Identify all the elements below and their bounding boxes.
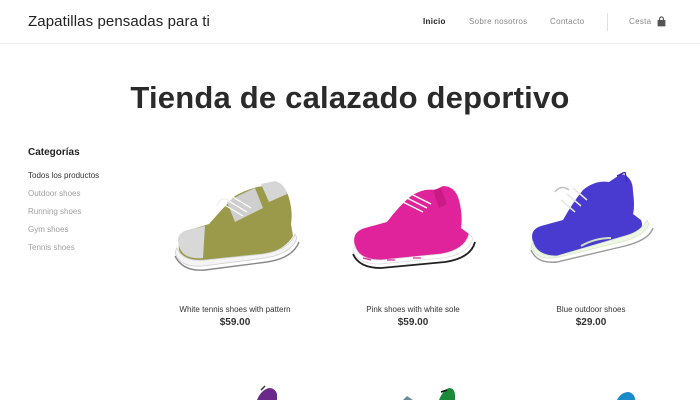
product-image-white-tennis-shoe[interactable] [165,172,305,292]
product-name[interactable]: Pink shoes with white sole [343,305,483,314]
page-title: Tienda de calazado deportivo [130,80,570,115]
product-image-peek[interactable] [521,380,661,400]
product-card[interactable]: Pink shoes with white sole $59.00 [343,172,483,328]
product-price: $59.00 [397,317,429,328]
product-name[interactable]: White tennis shoes with pattern [165,305,305,314]
cart-button[interactable]: Cesta [629,16,666,27]
product-image-pink-shoe[interactable] [343,172,483,292]
shopping-bag-icon [657,16,666,27]
product-price: $59.00 [219,317,251,328]
product-name[interactable]: Blue outdoor shoes [521,305,661,314]
category-item-tennis[interactable]: Tennis shoes [28,243,99,261]
category-list: Todos los productos Outdoor shoes Runnin… [28,171,99,261]
product-image-peek[interactable] [343,380,483,400]
categories-heading: Categorías [28,147,80,158]
category-item-todos[interactable]: Todos los productos [28,171,99,189]
product-card[interactable]: White tennis shoes with pattern $59.00 [165,172,305,328]
nav-link-inicio[interactable]: Inicio [423,17,446,26]
category-item-gym[interactable]: Gym shoes [28,225,99,243]
site-header: Zapatillas pensadas para ti Inicio Sobre… [0,0,700,44]
category-item-outdoor[interactable]: Outdoor shoes [28,189,99,207]
brand-name[interactable]: Zapatillas pensadas para ti [28,13,210,30]
product-image-peek[interactable] [165,380,305,400]
product-price: $29.00 [575,317,607,328]
product-image-blue-shoe[interactable] [521,172,661,292]
product-card[interactable]: Blue outdoor shoes $29.00 [521,172,661,328]
nav-link-sobre-nosotros[interactable]: Sobre nosotros [469,17,527,26]
cart-label: Cesta [629,17,652,26]
nav-divider [607,13,608,31]
nav-link-contacto[interactable]: Contacto [550,17,584,26]
category-item-running[interactable]: Running shoes [28,207,99,225]
